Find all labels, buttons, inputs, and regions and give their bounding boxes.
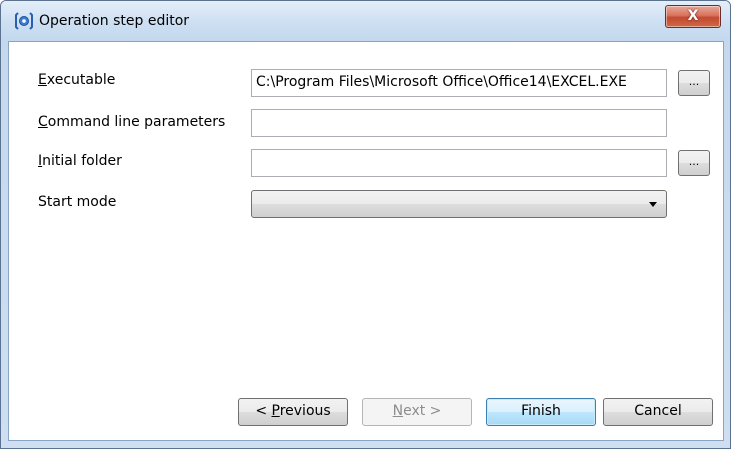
initial-folder-label: Initial folder	[38, 153, 122, 169]
window-title: Operation step editor	[39, 13, 190, 29]
executable-input[interactable]: C:\Program Files\Microsoft Office\Office…	[251, 69, 667, 97]
previous-button[interactable]: < Previous	[238, 398, 348, 426]
initial-folder-browse-button[interactable]: ...	[678, 150, 710, 176]
start-mode-select[interactable]	[251, 190, 667, 218]
operation-step-editor-window: Operation step editor X Executable C:\Pr…	[0, 0, 731, 449]
finish-button[interactable]: Finish	[486, 398, 596, 426]
start-mode-label: Start mode	[38, 194, 117, 210]
initial-folder-input[interactable]	[251, 149, 667, 177]
chevron-down-icon	[649, 202, 657, 207]
dialog-body: Executable C:\Program Files\Microsoft Of…	[8, 41, 724, 441]
operation-step-app-icon	[15, 12, 33, 30]
cancel-button[interactable]: Cancel	[603, 398, 713, 426]
close-icon: X	[687, 8, 699, 24]
next-button[interactable]: Next >	[362, 398, 472, 426]
command-line-label: Command line parameters	[38, 114, 226, 130]
close-button[interactable]: X	[665, 5, 721, 28]
executable-browse-button[interactable]: ...	[678, 70, 710, 96]
command-line-input[interactable]	[251, 109, 667, 137]
executable-label: Executable	[38, 72, 116, 88]
title-bar[interactable]: Operation step editor X	[1, 1, 730, 41]
